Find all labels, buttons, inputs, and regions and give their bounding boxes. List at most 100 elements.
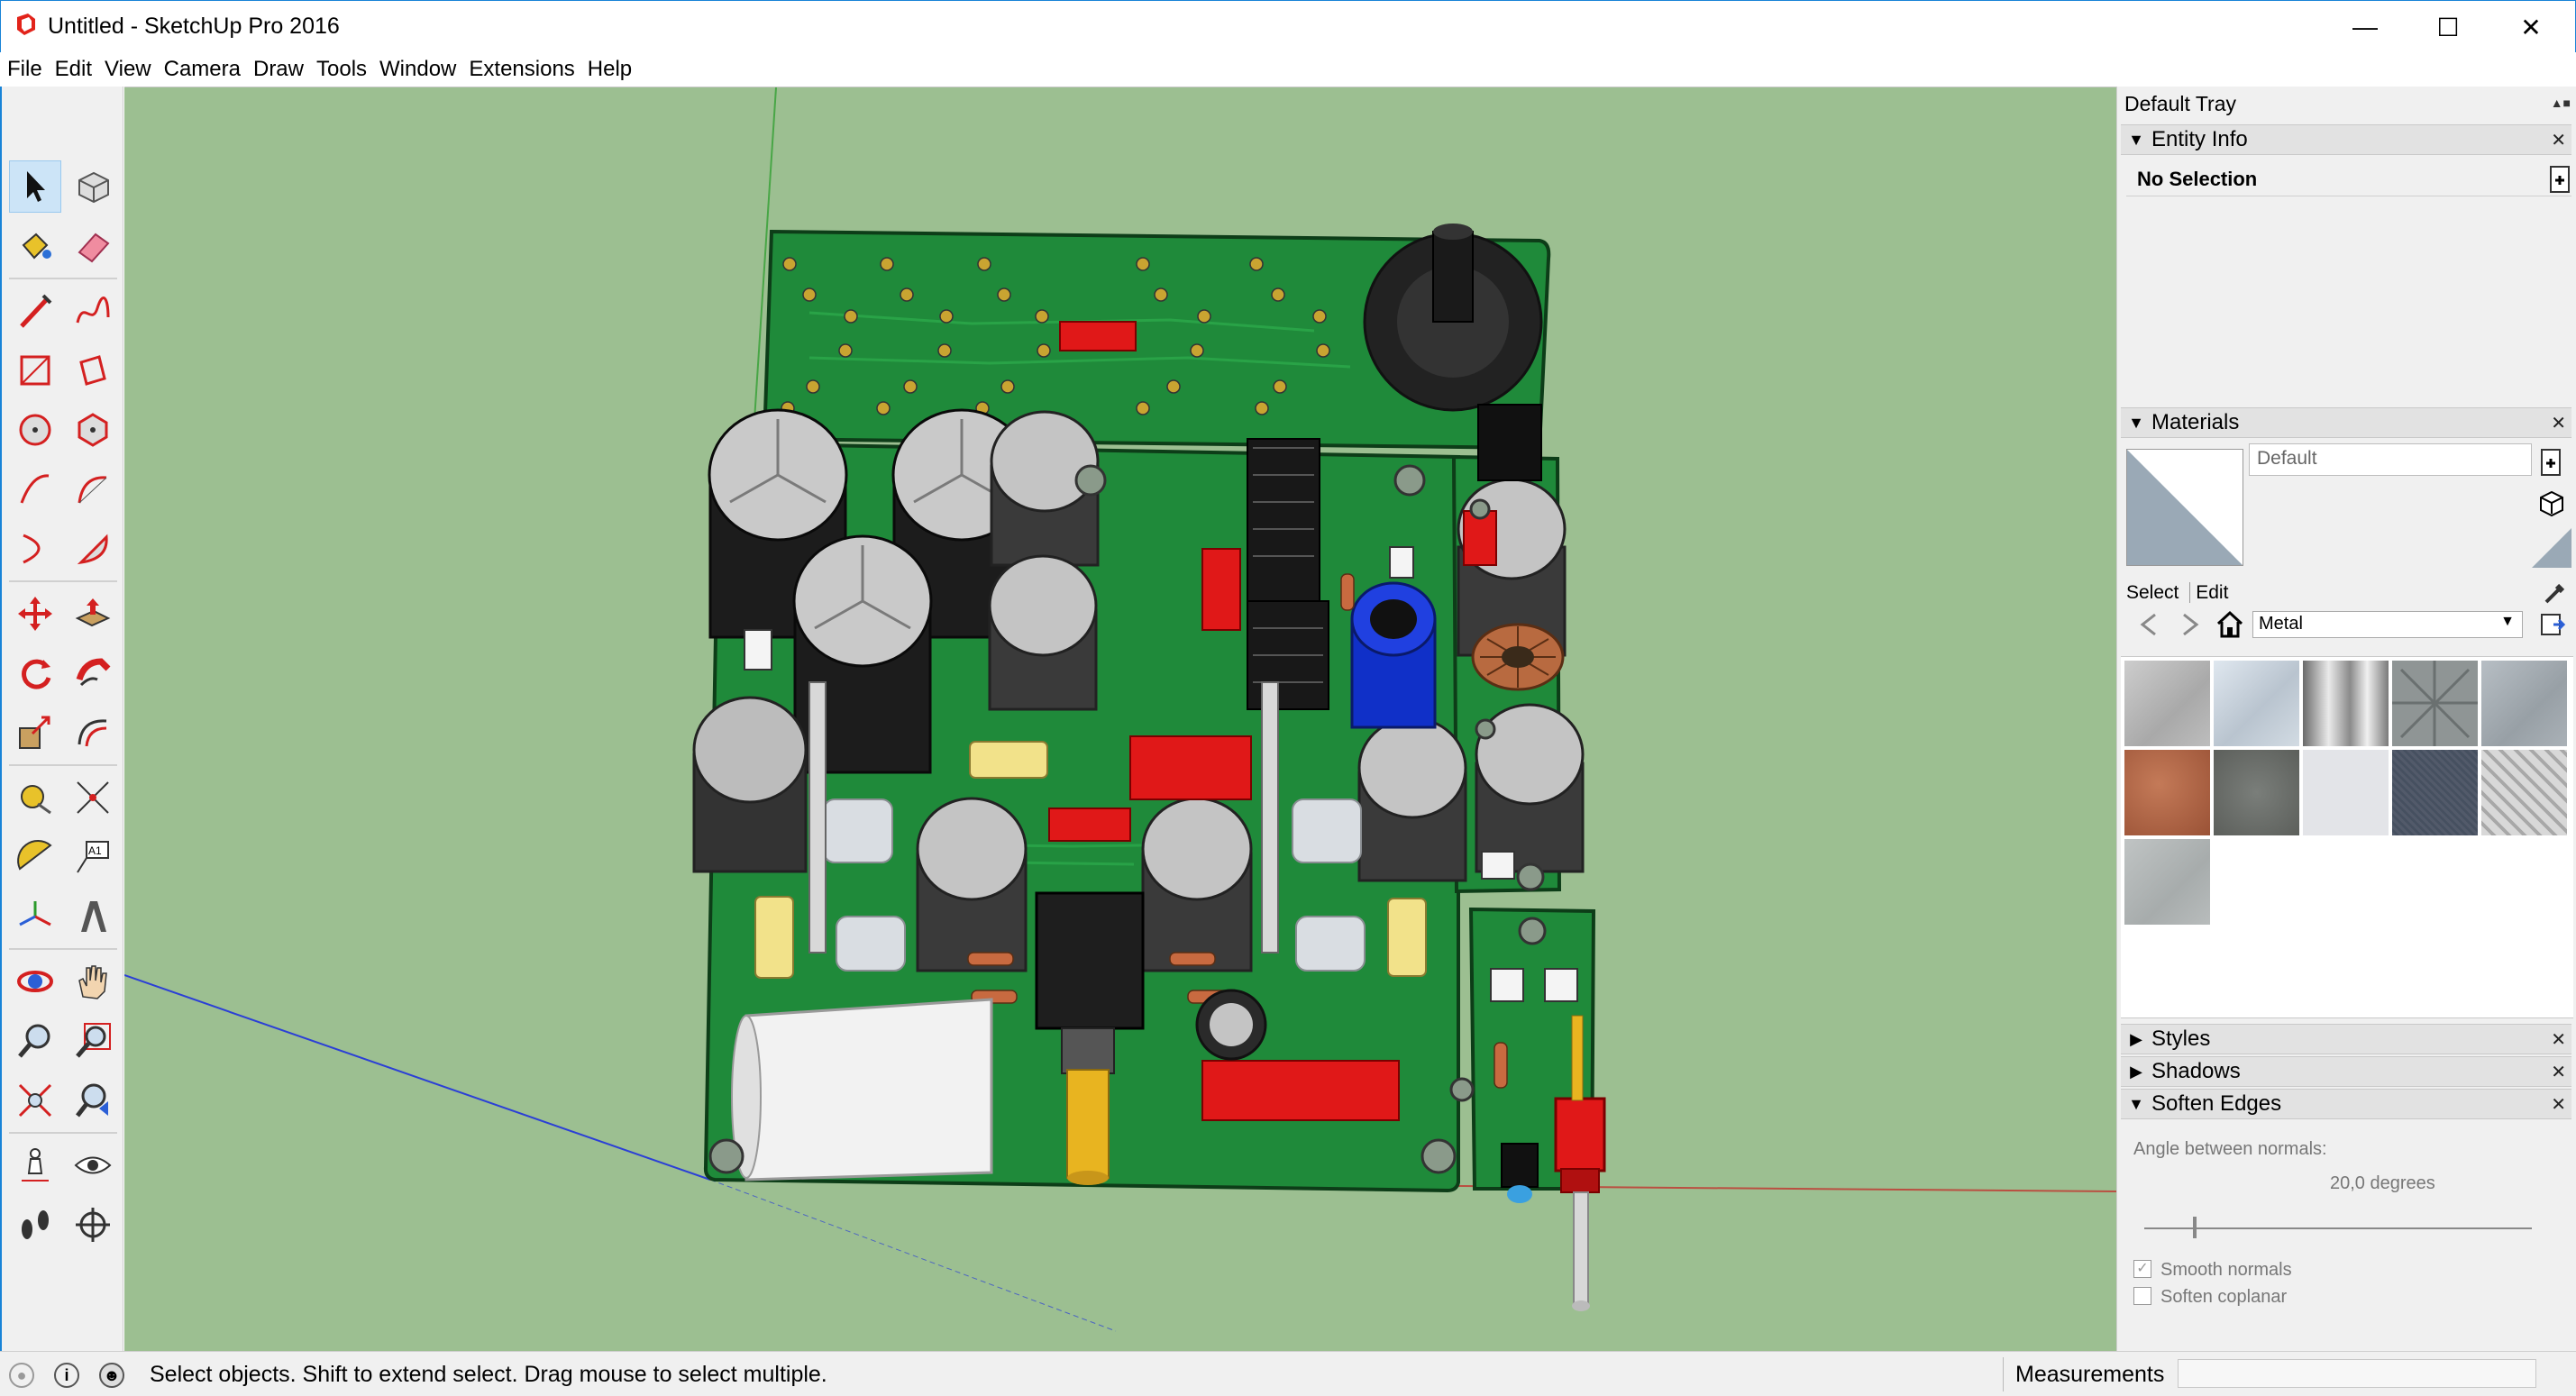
menu-draw[interactable]: Draw (253, 57, 304, 82)
expand-icon: ▶ (2130, 1029, 2142, 1048)
scale-tool-icon[interactable] (9, 707, 61, 759)
collapse-icon: ▼ (2128, 413, 2144, 432)
pin-icon[interactable]: ▲■ (2551, 96, 2571, 110)
expand-details-icon[interactable] (2550, 166, 2570, 193)
shadows-header[interactable]: ▶ Shadows ✕ (2121, 1056, 2571, 1087)
default-material-icon[interactable] (2532, 528, 2571, 568)
two-point-arc-tool-icon[interactable] (67, 463, 119, 516)
angle-slider-handle[interactable] (2193, 1217, 2197, 1238)
zoom-window-tool-icon[interactable] (67, 1015, 119, 1067)
rotated-rectangle-tool-icon[interactable] (67, 344, 119, 397)
material-swatch[interactable] (2303, 750, 2389, 835)
menu-view[interactable]: View (105, 57, 151, 82)
make-component-tool-icon[interactable] (67, 160, 119, 213)
line-tool-icon[interactable] (9, 285, 61, 337)
follow-me-tool-icon[interactable] (67, 647, 119, 699)
menu-help[interactable]: Help (588, 57, 632, 82)
material-swatch[interactable] (2124, 750, 2210, 835)
close-icon[interactable]: ✕ (2551, 412, 2566, 434)
materials-header[interactable]: ▼ Materials ✕ (2121, 407, 2571, 438)
info-icon[interactable]: i (54, 1363, 79, 1388)
angle-slider-track[interactable] (2144, 1227, 2532, 1229)
menu-camera[interactable]: Camera (164, 57, 241, 82)
geo-location-icon[interactable]: ● (9, 1363, 34, 1388)
drawing-area[interactable] (124, 87, 2116, 1351)
close-button[interactable]: ✕ (2490, 1, 2571, 53)
styles-header[interactable]: ▶ Styles ✕ (2121, 1024, 2571, 1054)
circle-tool-icon[interactable] (9, 404, 61, 456)
three-point-arc-tool-icon[interactable] (9, 523, 61, 575)
position-camera-tool-icon[interactable] (9, 1139, 61, 1191)
maximize-button[interactable]: ☐ (2407, 1, 2489, 53)
eraser-tool-icon[interactable] (67, 220, 119, 272)
pan-tool-icon[interactable] (67, 955, 119, 1008)
freehand-tool-icon[interactable] (67, 285, 119, 337)
rectangle-tool-icon[interactable] (9, 344, 61, 397)
tape-measure-tool-icon[interactable] (9, 771, 61, 824)
close-icon[interactable]: ✕ (2551, 1061, 2566, 1083)
smooth-normals-label: Smooth normals (2160, 1260, 2292, 1280)
material-swatch[interactable] (2481, 750, 2567, 835)
move-tool-icon[interactable] (9, 588, 61, 640)
material-swatch[interactable] (2214, 750, 2299, 835)
material-swatch[interactable] (2392, 750, 2478, 835)
material-swatch[interactable] (2303, 661, 2389, 746)
menu-tools[interactable]: Tools (316, 57, 367, 82)
walk-tool-icon[interactable] (9, 1199, 61, 1251)
orbit-tool-icon[interactable] (9, 955, 61, 1008)
measurements-input[interactable] (2178, 1359, 2536, 1388)
paint-bucket-tool-icon[interactable] (9, 220, 61, 272)
section-plane-tool-icon[interactable] (67, 1199, 119, 1251)
expand-icon: ▶ (2130, 1062, 2142, 1081)
user-icon[interactable]: ☻ (99, 1363, 124, 1388)
previous-view-tool-icon[interactable] (67, 1074, 119, 1127)
material-swatch[interactable] (2214, 661, 2299, 746)
zoom-tool-icon[interactable] (9, 1015, 61, 1067)
material-swatch[interactable] (2392, 661, 2478, 746)
menu-edit[interactable]: Edit (55, 57, 92, 82)
offset-tool-icon[interactable] (67, 707, 119, 759)
soften-edges-header[interactable]: ▼ Soften Edges ✕ (2121, 1089, 2571, 1119)
text-tool-icon[interactable]: A1 (67, 831, 119, 883)
material-swatch[interactable] (2124, 839, 2210, 925)
close-icon[interactable]: ✕ (2551, 129, 2566, 151)
angle-value: 20,0 degrees (2330, 1173, 2435, 1193)
create-material-icon[interactable] (2541, 449, 2561, 476)
home-icon[interactable] (2215, 609, 2245, 640)
3d-text-tool-icon[interactable] (67, 890, 119, 943)
material-name-field[interactable]: Default (2249, 443, 2532, 476)
polygon-tool-icon[interactable] (67, 404, 119, 456)
entity-info-header[interactable]: ▼ Entity Info ✕ (2121, 124, 2571, 155)
close-icon[interactable]: ✕ (2551, 1093, 2566, 1116)
smooth-normals-checkbox[interactable]: ✓ (2133, 1260, 2151, 1278)
arc-tool-icon[interactable] (9, 463, 61, 516)
axes-tool-icon[interactable] (9, 890, 61, 943)
select-tool-icon[interactable] (9, 160, 61, 213)
materials-label: Materials (2151, 410, 2240, 434)
soften-coplanar-checkbox[interactable] (2133, 1287, 2151, 1305)
menu-extensions[interactable]: Extensions (469, 57, 574, 82)
tab-edit[interactable]: Edit (2189, 582, 2229, 603)
dimension-tool-icon[interactable] (67, 771, 119, 824)
material-library-select[interactable]: Metal ▼ (2252, 611, 2523, 638)
tab-select[interactable]: Select (2126, 582, 2179, 603)
pie-tool-icon[interactable] (67, 523, 119, 575)
protractor-tool-icon[interactable] (9, 831, 61, 883)
menu-file[interactable]: File (7, 57, 42, 82)
add-material-icon[interactable] (2537, 488, 2566, 517)
material-swatch[interactable] (2124, 661, 2210, 746)
minimize-button[interactable]: — (2325, 1, 2406, 53)
material-tabs: Select Edit (2126, 582, 2229, 604)
details-icon[interactable] (2539, 611, 2566, 638)
look-around-tool-icon[interactable] (67, 1139, 119, 1191)
back-arrow-icon[interactable] (2135, 611, 2162, 638)
zoom-extents-tool-icon[interactable] (9, 1074, 61, 1127)
push-pull-tool-icon[interactable] (67, 588, 119, 640)
eyedropper-icon[interactable] (2541, 580, 2568, 607)
close-icon[interactable]: ✕ (2551, 1028, 2566, 1051)
forward-arrow-icon[interactable] (2177, 611, 2204, 638)
rotate-tool-icon[interactable] (9, 647, 61, 699)
pcb-model (124, 87, 2116, 1332)
material-swatch[interactable] (2481, 661, 2567, 746)
menu-window[interactable]: Window (379, 57, 456, 82)
